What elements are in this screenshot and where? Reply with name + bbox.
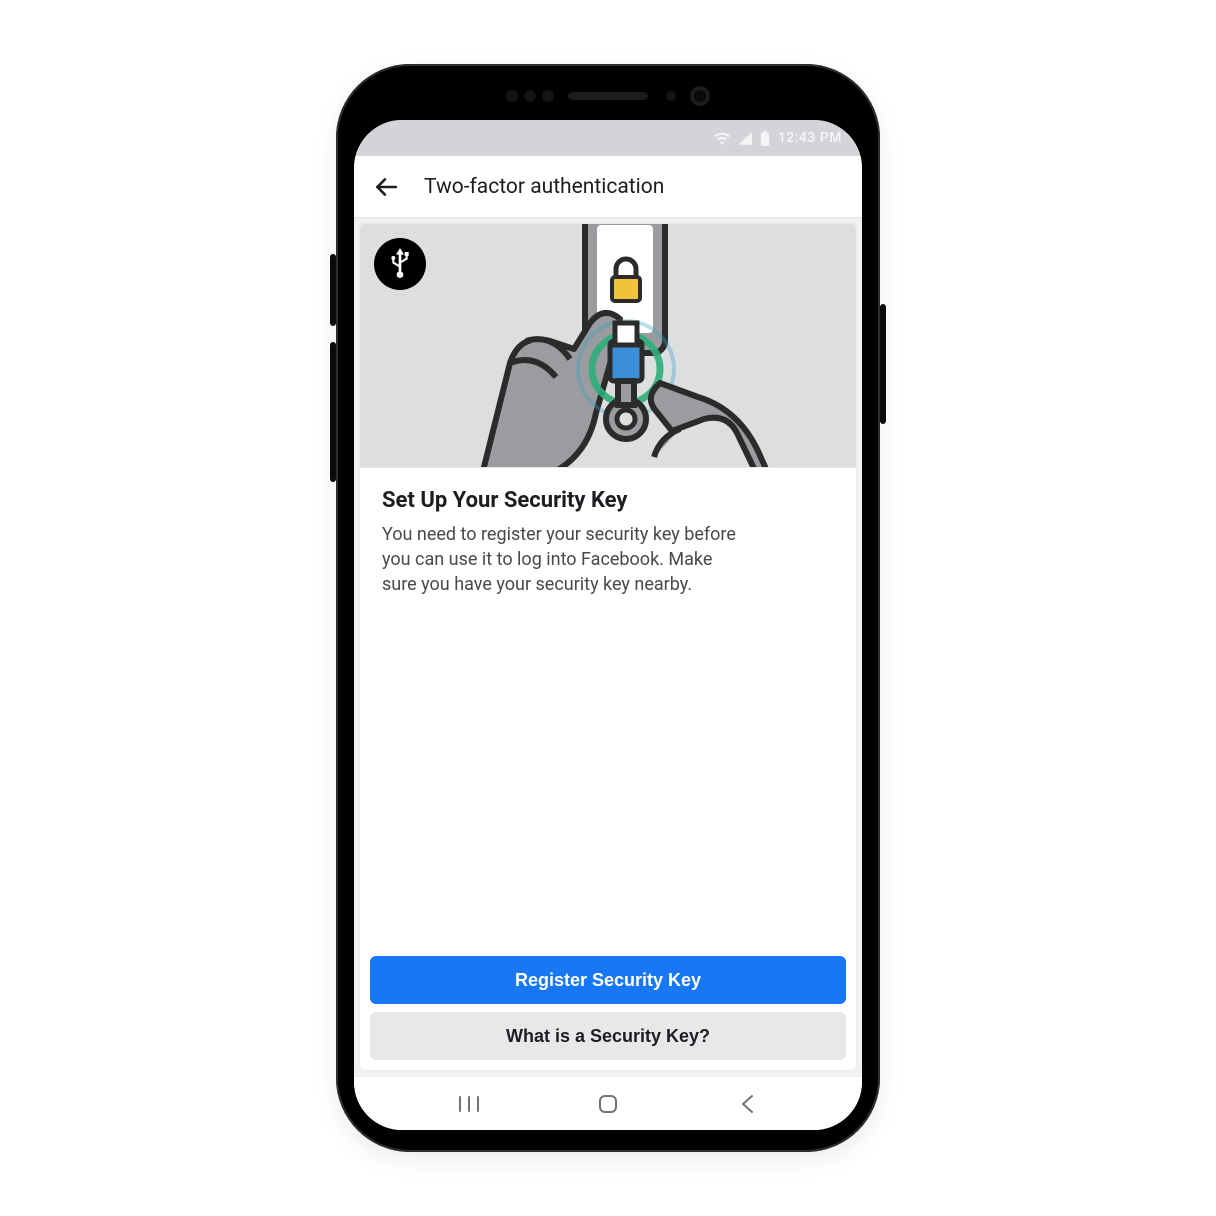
phone-mockup: 12:43 PM Two-factor authentication — [336, 64, 880, 1152]
phone-camera — [690, 86, 710, 106]
what-is-security-key-button[interactable]: What is a Security Key? — [370, 1012, 846, 1060]
phone-side-button — [330, 254, 336, 326]
setup-card: Set Up Your Security Key You need to reg… — [360, 224, 856, 1070]
phone-side-button — [330, 342, 336, 482]
phone-sensor — [542, 90, 554, 102]
nav-recents-button[interactable] — [449, 1084, 489, 1124]
card-actions: Register Security Key What is a Security… — [360, 946, 856, 1070]
signal-icon — [738, 132, 752, 145]
card-body: Set Up Your Security Key You need to reg… — [360, 468, 856, 597]
illustration — [360, 224, 856, 468]
status-clock: 12:43 PM — [778, 130, 842, 146]
battery-icon — [760, 131, 770, 146]
phone-sensor — [506, 90, 518, 102]
nav-home-button[interactable] — [588, 1084, 628, 1124]
nav-back-button[interactable] — [727, 1084, 767, 1124]
back-button[interactable] — [370, 171, 402, 203]
phone-sensor — [666, 91, 676, 101]
phone-sensor — [524, 90, 536, 102]
wifi-icon — [714, 132, 730, 145]
app-bar: Two-factor authentication — [354, 156, 862, 218]
phone-speaker — [568, 92, 648, 100]
card-description: You need to register your security key b… — [382, 523, 742, 597]
android-nav-bar — [354, 1076, 862, 1130]
card-title: Set Up Your Security Key — [382, 488, 834, 513]
register-security-key-button[interactable]: Register Security Key — [370, 956, 846, 1004]
phone-side-button — [880, 304, 886, 424]
page-title: Two-factor authentication — [424, 175, 664, 199]
security-key-illustration — [360, 224, 856, 467]
status-bar: 12:43 PM — [354, 120, 862, 156]
page-content: Set Up Your Security Key You need to reg… — [354, 218, 862, 1076]
usb-icon — [374, 238, 426, 290]
phone-screen: 12:43 PM Two-factor authentication — [354, 120, 862, 1130]
